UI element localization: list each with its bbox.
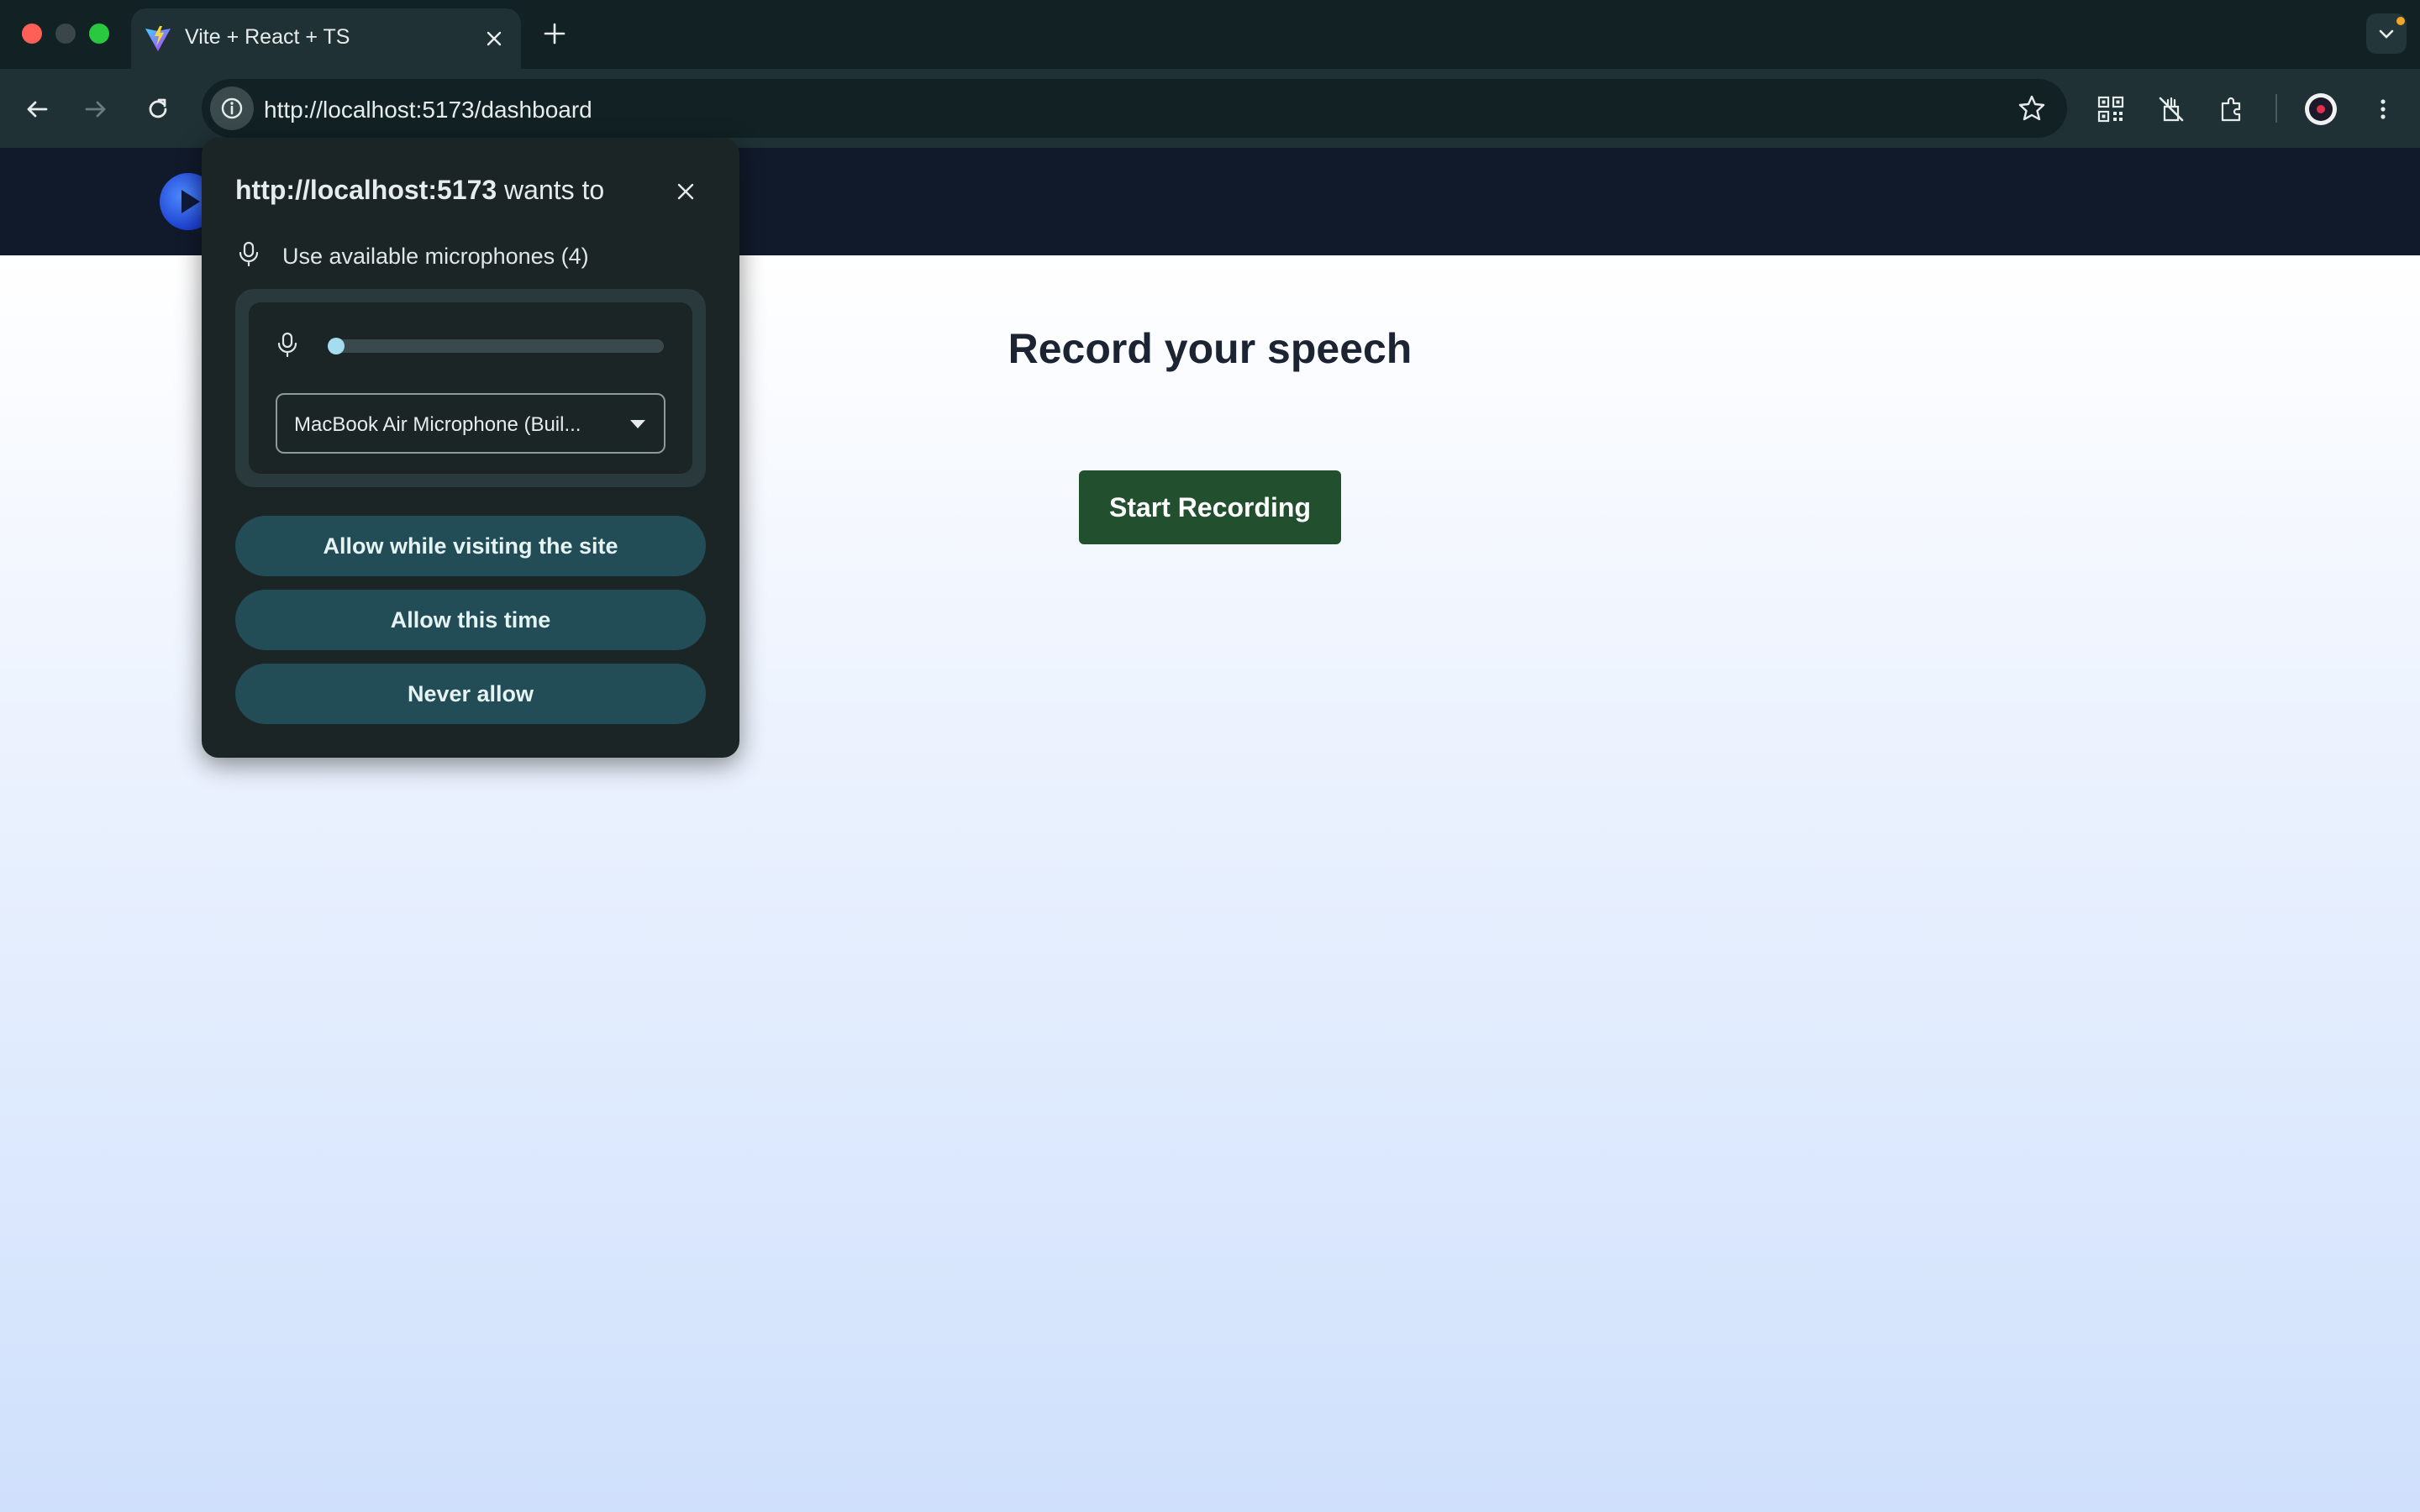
device-inner: MacBook Air Microphone (Buil... xyxy=(249,302,692,474)
address-bar[interactable]: http://localhost:5173/dashboard xyxy=(202,79,2067,138)
profile-button[interactable] xyxy=(2301,89,2341,129)
tab-search-button[interactable] xyxy=(2366,13,2407,54)
browser-menu-button[interactable] xyxy=(2363,89,2403,129)
toolbar-divider xyxy=(2275,94,2277,123)
reload-button[interactable] xyxy=(138,89,178,129)
browser-tab[interactable]: Vite + React + TS xyxy=(131,8,521,69)
notification-dot xyxy=(2396,17,2405,25)
never-allow-button[interactable]: Never allow xyxy=(235,664,706,724)
close-icon xyxy=(677,183,694,200)
popup-close-button[interactable] xyxy=(669,175,702,208)
extensions-puzzle-icon xyxy=(2221,97,2241,122)
permission-text: Use available microphones (4) xyxy=(282,244,589,269)
tab-close-button[interactable] xyxy=(479,24,509,54)
window-maximize-button[interactable] xyxy=(89,24,109,44)
qr-code-icon xyxy=(2097,96,2124,123)
close-icon xyxy=(487,31,502,46)
popup-title-host: http://localhost:5173 xyxy=(235,175,497,205)
allow-while-visiting-button[interactable]: Allow while visiting the site xyxy=(235,516,706,576)
hide-ads-button[interactable] xyxy=(2151,89,2191,129)
reload-icon xyxy=(149,98,167,118)
qr-code-button[interactable] xyxy=(2091,89,2131,129)
mic-level-meter xyxy=(328,338,664,354)
vite-logo-icon xyxy=(145,26,171,51)
chevron-down-icon xyxy=(2379,29,2394,39)
plus-icon xyxy=(544,23,566,45)
tab-title: Vite + React + TS xyxy=(185,25,350,49)
forward-arrow-icon xyxy=(85,101,106,118)
hide-ads-icon xyxy=(2159,97,2184,122)
info-icon xyxy=(221,97,243,119)
microphone-icon xyxy=(239,241,259,267)
forward-button[interactable] xyxy=(76,89,116,129)
dropdown-caret-icon xyxy=(630,420,645,428)
device-card: MacBook Air Microphone (Buil... xyxy=(235,289,706,487)
back-button[interactable] xyxy=(17,89,57,129)
selected-device: MacBook Air Microphone (Buil... xyxy=(294,413,581,436)
site-info-button[interactable] xyxy=(210,87,254,130)
microphone-select[interactable]: MacBook Air Microphone (Buil... xyxy=(276,393,666,454)
window-minimize-button[interactable] xyxy=(55,24,76,44)
url-text: http://localhost:5173/dashboard xyxy=(264,97,592,123)
tab-strip: Vite + React + TS xyxy=(0,0,2420,69)
allow-this-time-button[interactable]: Allow this time xyxy=(235,590,706,650)
microphone-icon xyxy=(277,332,297,358)
profile-avatar-icon xyxy=(2305,93,2337,125)
back-arrow-icon xyxy=(27,101,48,118)
kebab-menu-icon xyxy=(2381,99,2386,119)
popup-title-suffix: wants to xyxy=(497,175,605,205)
mic-level-fill xyxy=(328,338,345,354)
browser-toolbar: http://localhost:5173/dashboard xyxy=(0,69,2420,148)
extensions-button[interactable] xyxy=(2212,89,2252,129)
bookmark-star-icon[interactable] xyxy=(2017,93,2047,123)
permission-popup: http://localhost:5173 wants to Use avail… xyxy=(202,138,739,758)
start-recording-button[interactable]: Start Recording xyxy=(1079,470,1341,544)
window-close-button[interactable] xyxy=(22,24,42,44)
popup-title: http://localhost:5173 wants to xyxy=(235,175,604,206)
new-tab-button[interactable] xyxy=(538,17,571,50)
